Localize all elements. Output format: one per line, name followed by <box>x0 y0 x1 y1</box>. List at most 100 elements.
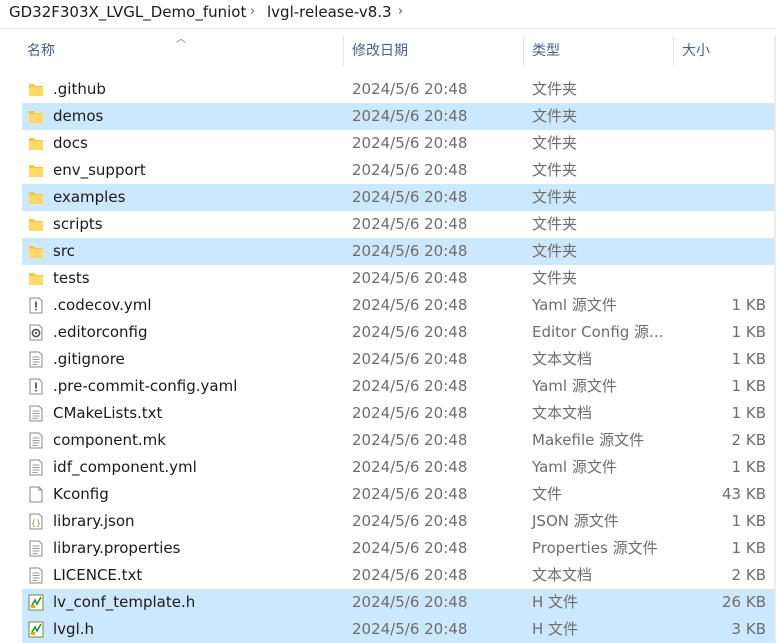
file-type: Properties 源文件 <box>532 539 658 557</box>
file-row[interactable]: lvgl.h 2024/5/6 20:48 H 文件 3 KB <box>22 616 776 643</box>
file-modified-date: 2024/5/6 20:48 <box>352 242 468 260</box>
file-type: 文件夹 <box>532 215 578 233</box>
file-size: 1 KB <box>731 404 766 422</box>
file-row[interactable]: demos 2024/5/6 20:48 文件夹 <box>22 103 776 130</box>
column-header: 名称 修改日期 类型 大小 <box>0 36 776 66</box>
file-type: 文件夹 <box>532 161 578 179</box>
column-header-date[interactable]: 修改日期 <box>352 36 408 66</box>
svg-text:{}: {} <box>31 519 41 528</box>
json-file-icon: {} <box>28 513 44 530</box>
folder-icon <box>28 243 44 260</box>
file-type: 文本文档 <box>532 566 593 584</box>
file-type: H 文件 <box>532 593 579 611</box>
file-row[interactable]: .github 2024/5/6 20:48 文件夹 <box>22 76 776 103</box>
file-row[interactable]: {} library.json 2024/5/6 20:48 JSON 源文件 1 KB <box>22 508 776 535</box>
file-modified-date: 2024/5/6 20:48 <box>352 593 468 611</box>
file-modified-date: 2024/5/6 20:48 <box>352 269 468 287</box>
file-name: .editorconfig <box>53 323 148 341</box>
text-file-icon <box>28 432 44 449</box>
file-type: 文本文档 <box>532 404 593 422</box>
file-size: 2 KB <box>731 566 766 584</box>
breadcrumb-separator[interactable]: › <box>398 4 403 19</box>
text-file-icon <box>28 540 44 557</box>
breadcrumb-item-project[interactable]: GD32F303X_LVGL_Demo_funiot <box>9 3 246 21</box>
file-row[interactable]: Kconfig 2024/5/6 20:48 文件 43 KB <box>22 481 776 508</box>
file-name: .gitignore <box>53 350 125 368</box>
breadcrumb-item-lvgl[interactable]: lvgl-release-v8.3 <box>267 3 392 21</box>
file-row[interactable]: src 2024/5/6 20:48 文件夹 <box>22 238 776 265</box>
file-size: 1 KB <box>731 458 766 476</box>
file-modified-date: 2024/5/6 20:48 <box>352 215 468 233</box>
text-file-icon <box>28 459 44 476</box>
file-modified-date: 2024/5/6 20:48 <box>352 485 468 503</box>
file-type: 文件夹 <box>532 269 578 287</box>
header-file-icon <box>28 594 44 611</box>
file-type: 文件夹 <box>532 134 578 152</box>
file-modified-date: 2024/5/6 20:48 <box>352 188 468 206</box>
column-divider[interactable] <box>343 36 344 66</box>
column-header-size[interactable]: 大小 <box>682 36 710 66</box>
yaml-file-icon <box>28 378 44 395</box>
file-name: tests <box>53 269 90 287</box>
column-header-name[interactable]: 名称 <box>27 36 55 66</box>
folder-icon <box>28 108 44 125</box>
file-row[interactable]: LICENCE.txt 2024/5/6 20:48 文本文档 2 KB <box>22 562 776 589</box>
file-size: 1 KB <box>731 512 766 530</box>
file-modified-date: 2024/5/6 20:48 <box>352 512 468 530</box>
file-type: JSON 源文件 <box>532 512 619 530</box>
file-type: 文本文档 <box>532 350 593 368</box>
file-modified-date: 2024/5/6 20:48 <box>352 566 468 584</box>
file-type: 文件夹 <box>532 242 578 260</box>
config-file-icon <box>28 324 44 341</box>
file-modified-date: 2024/5/6 20:48 <box>352 539 468 557</box>
folder-icon <box>28 81 44 98</box>
column-divider[interactable] <box>523 36 524 66</box>
file-name: .github <box>53 80 106 98</box>
file-size: 1 KB <box>731 323 766 341</box>
file-name: .pre-commit-config.yaml <box>53 377 238 395</box>
file-type: 文件 <box>532 485 563 503</box>
file-row[interactable]: idf_component.yml 2024/5/6 20:48 Yaml 源文件 1… <box>22 454 776 481</box>
file-row[interactable]: library.properties 2024/5/6 20:48 Properti… <box>22 535 776 562</box>
file-row[interactable]: CMakeLists.txt 2024/5/6 20:48 文本文档 1 KB <box>22 400 776 427</box>
file-row[interactable]: tests 2024/5/6 20:48 文件夹 <box>22 265 776 292</box>
file-name: LICENCE.txt <box>53 566 143 584</box>
file-modified-date: 2024/5/6 20:48 <box>352 404 468 422</box>
column-header-type[interactable]: 类型 <box>532 36 560 66</box>
file-row[interactable]: env_support 2024/5/6 20:48 文件夹 <box>22 157 776 184</box>
file-modified-date: 2024/5/6 20:48 <box>352 161 468 179</box>
file-modified-date: 2024/5/6 20:48 <box>352 134 468 152</box>
file-row[interactable]: .gitignore 2024/5/6 20:48 文本文档 1 KB <box>22 346 776 373</box>
file-name: .codecov.yml <box>53 296 152 314</box>
file-row[interactable]: examples 2024/5/6 20:48 文件夹 <box>22 184 776 211</box>
blank-file-icon <box>28 486 44 503</box>
header-file-icon <box>28 621 44 638</box>
file-name: Kconfig <box>53 485 109 503</box>
file-name: library.properties <box>53 539 181 557</box>
file-row[interactable]: .codecov.yml 2024/5/6 20:48 Yaml 源文件 1 KB <box>22 292 776 319</box>
column-divider[interactable] <box>673 36 674 66</box>
scrollbar[interactable] <box>770 36 776 642</box>
file-row[interactable]: scripts 2024/5/6 20:48 文件夹 <box>22 211 776 238</box>
file-name: scripts <box>53 215 103 233</box>
file-row[interactable]: docs 2024/5/6 20:48 文件夹 <box>22 130 776 157</box>
file-row[interactable]: lv_conf_template.h 2024/5/6 20:48 H 文件 26 K… <box>22 589 776 616</box>
file-row[interactable]: .pre-commit-config.yaml 2024/5/6 20:48 Yam… <box>22 373 776 400</box>
file-name: env_support <box>53 161 146 179</box>
file-row[interactable]: component.mk 2024/5/6 20:48 Makefile 源文件 2 … <box>22 427 776 454</box>
file-size: 43 KB <box>722 485 766 503</box>
file-type: Yaml 源文件 <box>532 377 617 395</box>
file-type: Yaml 源文件 <box>532 458 617 476</box>
file-type: 文件夹 <box>532 80 578 98</box>
folder-icon <box>28 189 44 206</box>
folder-icon <box>28 216 44 233</box>
file-type: H 文件 <box>532 620 579 638</box>
text-file-icon <box>28 405 44 422</box>
file-row[interactable]: .editorconfig 2024/5/6 20:48 Editor Config… <box>22 319 776 346</box>
file-name: idf_component.yml <box>53 458 197 476</box>
file-modified-date: 2024/5/6 20:48 <box>352 107 468 125</box>
file-type: Makefile 源文件 <box>532 431 645 449</box>
file-size: 1 KB <box>731 377 766 395</box>
breadcrumb-separator[interactable]: › <box>250 4 255 19</box>
file-modified-date: 2024/5/6 20:48 <box>352 377 468 395</box>
